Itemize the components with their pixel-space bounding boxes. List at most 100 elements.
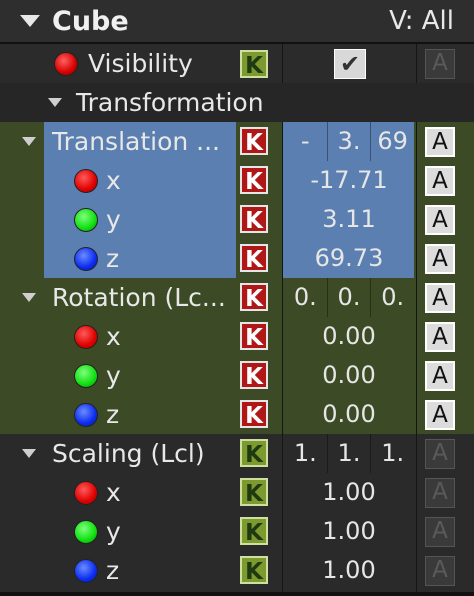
rotation-x-key-button[interactable]: K — [240, 322, 268, 351]
translation-x-label: x — [106, 166, 121, 195]
rotation-y-row: y K 0.00 A — [0, 356, 474, 395]
scaling-z-value[interactable]: 1.00 — [284, 551, 414, 590]
rotation-z-value[interactable]: 0.00 — [284, 395, 414, 434]
scaling-x-anim-button[interactable]: A — [425, 478, 455, 508]
scaling-summary-y[interactable]: 1. — [328, 434, 372, 473]
translation-summary-z[interactable]: 69 — [371, 122, 414, 161]
rotation-x-value[interactable]: 0.00 — [284, 317, 414, 356]
column-divider — [416, 122, 417, 592]
rotation-y-value[interactable]: 0.00 — [284, 356, 414, 395]
rotation-anim-button[interactable]: A — [425, 283, 455, 313]
rotation-y-key-button[interactable]: K — [240, 361, 268, 390]
translation-z-value[interactable]: 69.73 — [284, 239, 414, 278]
rotation-z-key-button[interactable]: K — [240, 400, 268, 429]
translation-y-anim-button[interactable]: A — [425, 205, 455, 235]
scaling-summary[interactable]: 1. 1. 1. — [284, 434, 414, 473]
y-axis-dot-icon — [74, 364, 98, 388]
transformation-group-row[interactable]: Transformation — [0, 83, 474, 122]
expand-triangle-icon[interactable] — [22, 449, 36, 458]
scaling-key-button[interactable]: K — [240, 439, 268, 468]
translation-z-row: z K 69.73 A — [0, 239, 474, 278]
translation-key-button[interactable]: K — [240, 127, 268, 156]
rotation-z-row: z K 0.00 A — [0, 395, 474, 434]
z-axis-dot-icon — [74, 559, 98, 583]
scaling-z-anim-button[interactable]: A — [425, 556, 455, 586]
translation-label: Translation ... — [52, 127, 221, 156]
expand-triangle-icon[interactable] — [22, 293, 36, 302]
scaling-row[interactable]: Scaling (Lcl) K 1. 1. 1. A — [0, 434, 474, 473]
translation-y-key-button[interactable]: K — [240, 205, 268, 234]
z-axis-dot-icon — [74, 247, 98, 271]
translation-z-anim-button[interactable]: A — [425, 244, 455, 274]
visibility-dot-icon — [54, 52, 78, 76]
translation-z-label: z — [106, 244, 120, 273]
scaling-label: Scaling (Lcl) — [52, 439, 205, 468]
translation-summary[interactable]: - 3. 69 — [284, 122, 414, 161]
translation-summary-x[interactable]: - — [284, 122, 328, 161]
rotation-z-anim-button[interactable]: A — [425, 400, 455, 430]
scaling-anim-button[interactable]: A — [425, 439, 455, 469]
translation-row[interactable]: Translation ... K - 3. 69 A — [0, 122, 474, 161]
scaling-x-key-button[interactable]: K — [240, 478, 268, 507]
visibility-checkbox[interactable]: ✔ — [334, 49, 366, 79]
translation-y-row: y K 3.11 A — [0, 200, 474, 239]
column-divider — [282, 122, 283, 592]
scaling-y-anim-button[interactable]: A — [425, 517, 455, 547]
rotation-key-button[interactable]: K — [240, 283, 268, 312]
scaling-y-row: y K 1.00 A — [0, 512, 474, 551]
translation-x-anim-button[interactable]: A — [425, 166, 455, 196]
expand-triangle-icon[interactable] — [22, 137, 36, 146]
visibility-row: Visibility K ✔ A — [0, 44, 474, 83]
panel-bottom-edge — [0, 592, 474, 596]
rotation-y-anim-button[interactable]: A — [425, 361, 455, 391]
translation-summary-y[interactable]: 3. — [328, 122, 372, 161]
scaling-summary-z[interactable]: 1. — [371, 434, 414, 473]
z-axis-dot-icon — [74, 403, 98, 427]
visibility-key-button[interactable]: K — [240, 50, 268, 79]
translation-x-value[interactable]: -17.71 — [284, 161, 414, 200]
object-header[interactable]: Cube V: All — [0, 0, 474, 44]
scaling-z-key-button[interactable]: K — [240, 556, 268, 585]
translation-z-key-button[interactable]: K — [240, 244, 268, 273]
scaling-x-value[interactable]: 1.00 — [284, 473, 414, 512]
scaling-summary-x[interactable]: 1. — [284, 434, 328, 473]
rotation-summary-z[interactable]: 0. — [371, 278, 414, 317]
rotation-summary[interactable]: 0. 0. 0. — [284, 278, 414, 317]
rotation-summary-y[interactable]: 0. — [328, 278, 372, 317]
scaling-z-row: z K 1.00 A — [0, 551, 474, 590]
view-filter[interactable]: V: All — [389, 6, 454, 36]
column-divider — [282, 44, 283, 83]
rotation-row[interactable]: Rotation (Lc... K 0. 0. 0. A — [0, 278, 474, 317]
rotation-label: Rotation (Lc... — [52, 283, 226, 312]
visibility-anim-button[interactable]: A — [425, 49, 455, 79]
translation-y-label: y — [106, 205, 121, 234]
y-axis-dot-icon — [74, 208, 98, 232]
rotation-z-label: z — [106, 400, 120, 429]
y-axis-dot-icon — [74, 520, 98, 544]
object-title: Cube — [52, 5, 129, 37]
x-axis-dot-icon — [74, 325, 98, 349]
translation-y-value[interactable]: 3.11 — [284, 200, 414, 239]
expand-triangle-icon[interactable] — [48, 98, 62, 107]
translation-x-key-button[interactable]: K — [240, 166, 268, 195]
scaling-y-label: y — [106, 517, 121, 546]
scaling-y-key-button[interactable]: K — [240, 517, 268, 546]
column-divider — [416, 44, 417, 83]
scaling-y-value[interactable]: 1.00 — [284, 512, 414, 551]
x-axis-dot-icon — [74, 481, 98, 505]
rotation-summary-x[interactable]: 0. — [284, 278, 328, 317]
translation-x-row: x K -17.71 A — [0, 161, 474, 200]
scaling-x-row: x K 1.00 A — [0, 473, 474, 512]
scaling-z-label: z — [106, 556, 120, 585]
x-axis-dot-icon — [74, 169, 98, 193]
translation-anim-button[interactable]: A — [425, 127, 455, 157]
rotation-x-label: x — [106, 322, 121, 351]
visibility-label: Visibility — [88, 49, 193, 78]
transformation-label: Transformation — [76, 88, 264, 117]
rotation-x-anim-button[interactable]: A — [425, 322, 455, 352]
rotation-x-row: x K 0.00 A — [0, 317, 474, 356]
properties-panel: Cube V: All Visibility K ✔ A Transformat… — [0, 0, 474, 596]
collapse-triangle-icon[interactable] — [20, 15, 40, 27]
scaling-x-label: x — [106, 478, 121, 507]
rotation-y-label: y — [106, 361, 121, 390]
